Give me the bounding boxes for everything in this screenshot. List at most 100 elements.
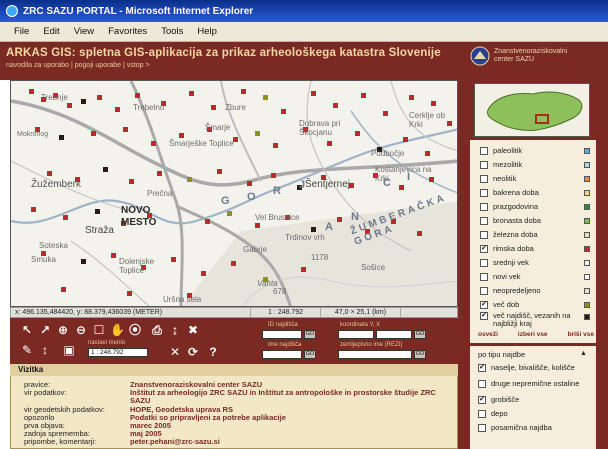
place-trebelno: Trebelno	[133, 103, 165, 112]
find-type-item[interactable]: posamična najdba	[478, 424, 590, 432]
layer-item[interactable]: ✔ več dob	[480, 298, 592, 312]
layer-item[interactable]: bronasta doba	[480, 214, 592, 228]
layer-checkbox[interactable]	[480, 161, 488, 169]
clear-icon[interactable]: ✖	[186, 324, 200, 336]
close-x-icon[interactable]: ✕	[168, 346, 182, 358]
zoom-full-icon[interactable]: ⦿	[128, 324, 142, 336]
layer-item[interactable]: železna doba	[480, 228, 592, 242]
place-cerklje: Cerklje ob Krki	[409, 111, 446, 129]
place-trdinov-vrh: Trdinov vrh	[285, 233, 325, 242]
layer-checkbox[interactable]: ✔	[480, 301, 488, 309]
layer-checkbox[interactable]	[480, 189, 488, 197]
layer-checkbox[interactable]	[480, 287, 488, 295]
coord-go-button[interactable]: GO	[414, 330, 426, 339]
layer-checkbox[interactable]	[480, 259, 488, 267]
pan-hand-icon[interactable]: ✋	[110, 324, 125, 336]
select-info-icon[interactable]: ↗	[38, 324, 52, 336]
find-type-checkbox[interactable]: ✔	[478, 364, 486, 372]
zoom-out-icon[interactable]: ⊖	[74, 324, 88, 336]
help-icon[interactable]: ?	[206, 346, 220, 358]
gorjanci-letter-i: I	[407, 171, 414, 183]
layer-checkbox[interactable]	[480, 217, 488, 225]
layer-color-swatch	[584, 302, 590, 308]
site-name-go-button[interactable]: GO	[304, 350, 316, 359]
layer-item[interactable]: mezolitik	[480, 158, 592, 172]
layer-label: mezolitik	[493, 160, 523, 169]
identify-icon[interactable]: ↕	[38, 344, 52, 356]
clear-all-link[interactable]: briši vse	[568, 331, 594, 338]
layer-checkbox[interactable]	[480, 147, 488, 155]
layer-item[interactable]: paleolitik	[480, 144, 592, 158]
site-name-input[interactable]	[262, 350, 302, 359]
map-canvas[interactable]	[11, 81, 458, 307]
geo-name-go-button[interactable]: GO	[414, 350, 426, 359]
map-view[interactable]: Trebnje Trebelno Zbure Šmarje Šmarješke …	[10, 80, 458, 307]
layer-item[interactable]: srednji vek	[480, 256, 592, 270]
overview-map[interactable]	[474, 83, 590, 137]
place-mesto: MESTO	[121, 217, 157, 228]
print-icon[interactable]: ⎙	[150, 324, 164, 336]
geo-name-input[interactable]	[338, 350, 412, 359]
layer-checkbox[interactable]	[480, 273, 488, 281]
gorjanci-letter-a: A	[325, 221, 336, 233]
layer-item[interactable]: prazgodovina	[480, 200, 592, 214]
header-links[interactable]: navodila za uporabo | pogoji uporabe | v…	[6, 62, 150, 69]
menu-tools[interactable]: Tools	[161, 26, 183, 37]
layer-checkbox[interactable]: ✔	[480, 245, 488, 253]
select-all-link[interactable]: izberi vse	[518, 331, 548, 338]
find-type-checkbox[interactable]: ✔	[478, 396, 486, 404]
layer-checkbox[interactable]	[480, 175, 488, 183]
site-name-label: ime najdišča	[268, 342, 302, 348]
menu-help[interactable]: Help	[197, 26, 217, 37]
site-id-input[interactable]	[262, 330, 302, 339]
menu-view[interactable]: View	[74, 26, 94, 37]
draw-icon[interactable]: ✎	[20, 344, 34, 356]
find-type-item[interactable]: depo	[478, 410, 590, 418]
info-value[interactable]: peter.pehani@zrc-sazu.si	[130, 437, 220, 446]
coord-y-input[interactable]	[338, 330, 374, 339]
zoom-box-icon[interactable]: ☐	[92, 324, 106, 336]
refresh-icon[interactable]: ⟳	[186, 346, 200, 358]
menu-favorites[interactable]: Favorites	[108, 26, 147, 37]
site-id-go-button[interactable]: GO	[304, 330, 316, 339]
scale-select[interactable]: 1 : 248.792	[88, 348, 148, 357]
institution-name: Znanstvenoraziskovalni center SAZU	[494, 48, 568, 63]
find-type-item[interactable]: ✔ naselje, bivališče, koliščе	[478, 364, 590, 372]
window-title: ZRC SAZU PORTAL - Microsoft Internet Exp…	[23, 5, 254, 17]
place-podbocje: Podbočje	[371, 149, 405, 158]
coord-x-input[interactable]	[376, 330, 412, 339]
layer-item[interactable]: novi vek	[480, 270, 592, 284]
place-novo: NOVO	[121, 205, 151, 216]
layer-color-swatch	[584, 190, 590, 196]
layer-item[interactable]: ✔ več najdišč, vezanih na najbližji kraj	[480, 312, 592, 330]
place-ursna-sela: Uršna sela	[163, 295, 202, 304]
gorjanci-letter-n: N	[351, 211, 362, 223]
find-type-item[interactable]: druge nepremične ostaline	[478, 380, 590, 388]
place-straza: Straža	[85, 225, 114, 236]
layer-item[interactable]: neolitik	[480, 172, 592, 186]
zoom-in-icon[interactable]: ⊕	[56, 324, 70, 336]
layer-item[interactable]: neopredeljeno	[480, 284, 592, 298]
measure-icon[interactable]: ↨	[168, 324, 182, 336]
layer-label: bakrena doba	[493, 188, 539, 197]
layer-item[interactable]: ✔ rimska doba	[480, 242, 592, 256]
menu-file[interactable]: File	[14, 26, 29, 37]
find-type-checkbox[interactable]	[478, 424, 486, 432]
info-heading: Vizitka	[10, 364, 458, 376]
layer-checkbox[interactable]	[480, 231, 488, 239]
chart-icon[interactable]: ▣	[62, 344, 76, 356]
select-arrow-icon[interactable]: ↖	[20, 324, 34, 336]
layer-item[interactable]: bakrena doba	[480, 186, 592, 200]
refresh-link[interactable]: osveži	[478, 331, 498, 338]
layer-checkbox[interactable]	[480, 203, 488, 211]
find-type-item[interactable]: ✔ grobišče	[478, 396, 590, 404]
find-type-checkbox[interactable]	[478, 410, 486, 418]
ie-icon	[6, 5, 18, 17]
layer-checkbox[interactable]: ✔	[480, 312, 488, 320]
menu-edit[interactable]: Edit	[43, 26, 59, 37]
layer-color-swatch	[584, 218, 590, 224]
slovenia-outline-icon	[486, 91, 583, 131]
collapse-arrow-icon[interactable]: ▲	[580, 350, 587, 357]
coordinate-label: koordinata Y, X	[340, 322, 381, 328]
find-type-checkbox[interactable]	[478, 380, 486, 388]
